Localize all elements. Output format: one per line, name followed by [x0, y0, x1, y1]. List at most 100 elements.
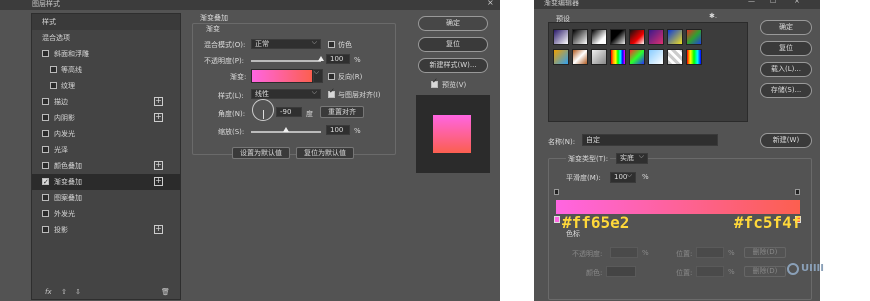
reset-default-button[interactable]: 复位为默认值 — [296, 147, 354, 159]
styles-header[interactable]: 样式 — [32, 14, 180, 30]
move-down-icon[interactable]: ⇩ — [75, 288, 81, 296]
style-checkbox[interactable] — [50, 66, 57, 73]
maximize-icon[interactable]: ☐ — [770, 0, 776, 5]
gear-icon[interactable]: ✱. — [709, 12, 717, 20]
color-location-field[interactable] — [696, 266, 724, 277]
ok-button[interactable]: 确定 — [418, 16, 488, 31]
add-style-icon[interactable]: + — [154, 113, 163, 122]
type-select[interactable]: 实底 — [616, 152, 648, 164]
reverse-checkbox[interactable] — [328, 73, 335, 80]
dither-checkbox[interactable] — [328, 41, 335, 48]
add-style-icon[interactable]: + — [154, 161, 163, 170]
load-button[interactable]: 载入(L)... — [760, 62, 812, 77]
angle-field[interactable]: -90 — [276, 107, 302, 117]
preset-swatch[interactable] — [610, 49, 626, 65]
smooth-field[interactable]: 100 — [610, 171, 636, 183]
scale-field[interactable]: 100 — [326, 125, 350, 135]
save-button[interactable]: 存储(S)... — [760, 83, 812, 98]
blend-options-item[interactable]: 混合选项 — [32, 30, 180, 46]
name-value: 自定 — [586, 136, 600, 144]
preset-swatch[interactable] — [686, 29, 702, 45]
style-checkbox[interactable] — [42, 146, 49, 153]
new-button[interactable]: 新建(W) — [760, 133, 812, 148]
style-select[interactable]: 线性 — [251, 88, 321, 99]
stop-color-swatch[interactable] — [606, 266, 636, 277]
name-field[interactable]: 自定 — [582, 134, 718, 146]
style-item[interactable]: 纹理 — [32, 78, 180, 94]
preset-swatch[interactable] — [629, 49, 645, 65]
style-item[interactable]: 内阴影 + — [32, 110, 180, 126]
preset-swatch[interactable] — [667, 29, 683, 45]
opacity-stop-right[interactable] — [795, 189, 800, 195]
preset-swatch[interactable] — [572, 49, 588, 65]
style-checkbox[interactable] — [42, 162, 49, 169]
preset-swatch[interactable] — [553, 29, 569, 45]
gradient-swatch[interactable] — [251, 69, 313, 83]
fx-icon[interactable]: fx — [45, 288, 52, 296]
preset-swatch[interactable] — [591, 49, 607, 65]
style-item[interactable]: 投影 + — [32, 222, 180, 238]
preset-swatch[interactable] — [686, 49, 702, 65]
trash-icon[interactable]: 🗑 — [161, 288, 170, 296]
add-style-icon[interactable]: + — [154, 97, 163, 106]
style-checkbox[interactable] — [42, 98, 49, 105]
new-label: 新建(W) — [772, 136, 800, 144]
preset-swatch[interactable] — [572, 29, 588, 45]
opacity-stop-left[interactable] — [554, 189, 559, 195]
delete-opacity-button[interactable]: 删除(D) — [744, 247, 786, 258]
opacity-slider-thumb[interactable] — [318, 56, 324, 61]
style-checkbox[interactable] — [42, 210, 49, 217]
preset-swatch[interactable] — [591, 29, 607, 45]
opacity-slider[interactable] — [251, 60, 321, 62]
align-checkbox[interactable] — [328, 87, 335, 98]
style-checkbox[interactable] — [42, 226, 49, 233]
scale-slider-thumb[interactable] — [283, 127, 289, 132]
blend-mode-select[interactable]: 正常 — [251, 38, 321, 49]
style-item-label: 渐变叠加 — [54, 178, 82, 186]
style-checkbox[interactable] — [42, 114, 49, 121]
stop-opacity-field[interactable] — [610, 247, 638, 258]
close-icon[interactable]: × — [487, 0, 494, 7]
color-stop-left[interactable] — [554, 216, 560, 223]
reset-button[interactable]: 复位 — [418, 37, 488, 52]
style-checkbox[interactable] — [42, 174, 49, 190]
editor-ok-button[interactable]: 确定 — [760, 20, 812, 35]
reset-align-button[interactable]: 重置对齐 — [320, 106, 364, 118]
preset-swatch[interactable] — [667, 49, 683, 65]
style-item[interactable]: 外发光 — [32, 206, 180, 222]
preset-swatch[interactable] — [553, 49, 569, 65]
style-item[interactable]: 颜色叠加 + — [32, 158, 180, 174]
delete-color-label: 删除(D) — [752, 267, 778, 275]
style-item[interactable]: 渐变叠加 + — [32, 174, 180, 190]
add-style-icon[interactable]: + — [154, 225, 163, 234]
style-item[interactable]: 光泽 — [32, 142, 180, 158]
angle-dial[interactable] — [252, 99, 274, 121]
style-checkbox[interactable] — [50, 82, 57, 89]
minimize-icon[interactable]: — — [748, 0, 755, 5]
stop-location-field[interactable] — [696, 247, 724, 258]
style-checkbox[interactable] — [42, 50, 49, 57]
style-item[interactable]: 内发光 — [32, 126, 180, 142]
style-item[interactable]: 斜面和浮雕 — [32, 46, 180, 62]
delete-color-button[interactable]: 删除(D) — [744, 266, 786, 277]
add-style-icon[interactable]: + — [154, 177, 163, 186]
preset-swatch[interactable] — [610, 29, 626, 45]
preset-swatch[interactable] — [648, 49, 664, 65]
preset-swatch[interactable] — [648, 29, 664, 45]
styles-header-label: 样式 — [42, 18, 56, 26]
style-item[interactable]: 等高线 — [32, 62, 180, 78]
set-default-button[interactable]: 设置为默认值 — [232, 147, 290, 159]
style-checkbox[interactable] — [42, 130, 49, 137]
gradient-bar[interactable] — [556, 200, 800, 214]
move-up-icon[interactable]: ⇧ — [61, 288, 67, 296]
editor-reset-button[interactable]: 复位 — [760, 41, 812, 56]
preset-swatch[interactable] — [629, 29, 645, 45]
preview-checkbox[interactable] — [431, 77, 438, 88]
gradient-dropdown[interactable] — [313, 68, 323, 83]
new-style-button[interactable]: 新建样式(W)... — [418, 58, 488, 73]
opacity-field[interactable]: 100 — [326, 54, 350, 64]
style-checkbox[interactable] — [42, 194, 49, 201]
style-item[interactable]: 图案叠加 — [32, 190, 180, 206]
close-icon[interactable]: × — [794, 0, 800, 5]
style-item[interactable]: 描边 + — [32, 94, 180, 110]
